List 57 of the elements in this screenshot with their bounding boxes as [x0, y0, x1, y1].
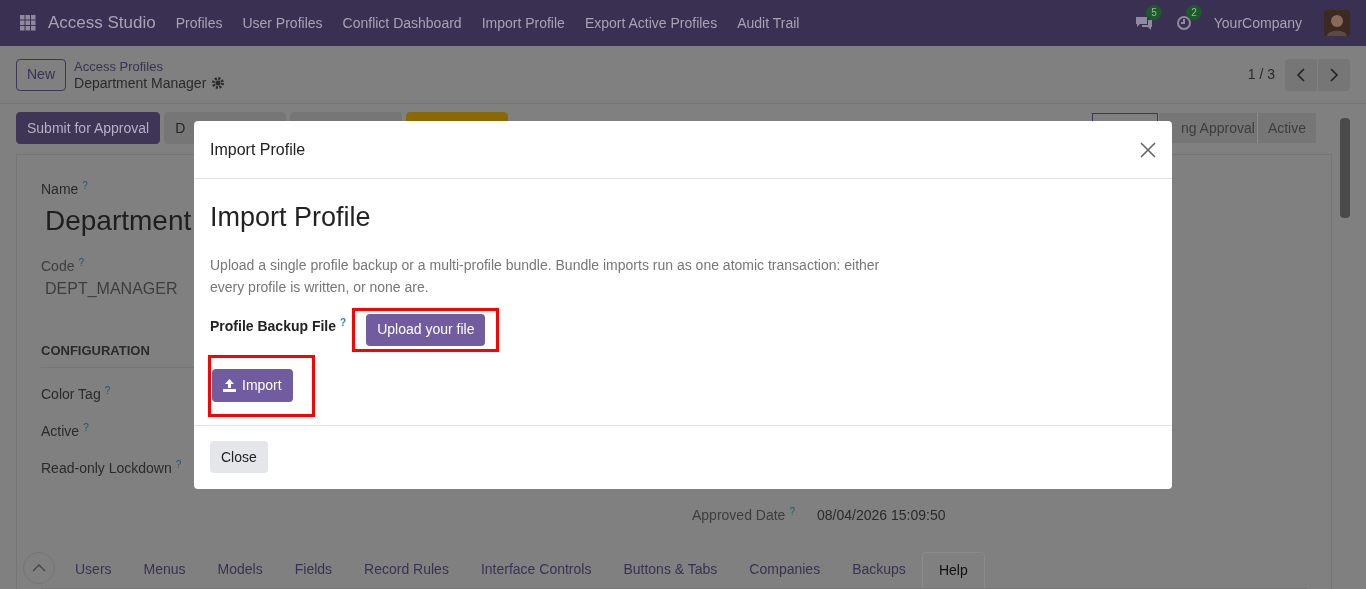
form-tab[interactable]: Models	[201, 551, 279, 588]
help-mark[interactable]: ?	[78, 257, 85, 268]
import-button[interactable]: Import	[212, 369, 293, 402]
status-step[interactable]: Active	[1256, 113, 1316, 143]
gear-icon[interactable]	[212, 76, 225, 89]
field-label: Profile Backup File $^{?}$	[210, 315, 347, 336]
dialog-heading: Import Profile	[210, 201, 372, 234]
form-tab[interactable]: Menus	[127, 551, 202, 588]
record-title: Department Manager	[74, 74, 207, 91]
user-avatar[interactable]	[1324, 10, 1350, 36]
form-tab[interactable]: Interface Controls	[464, 551, 608, 588]
chevron-right-icon	[1329, 67, 1339, 82]
code-value: DEPT_MANAGER	[45, 279, 178, 299]
nav-menu-item[interactable]: Export Active Profiles	[584, 12, 718, 34]
app-name[interactable]: Access Studio	[48, 10, 156, 36]
clock-icon[interactable]	[1175, 15, 1192, 31]
approved-date-value: 08/04/2026 15:09:50	[817, 505, 946, 525]
form-tab[interactable]: Help	[921, 551, 985, 588]
close-button[interactable]: Close	[210, 441, 268, 473]
form-tab[interactable]: Companies	[733, 551, 837, 588]
form-tab[interactable]: Buttons & Tabs	[607, 551, 734, 588]
help-mark[interactable]: ?	[104, 384, 111, 396]
previous-button[interactable]	[1285, 58, 1317, 91]
chat-icon[interactable]	[1133, 15, 1154, 31]
nav-menu-item[interactable]: Profiles	[175, 12, 223, 34]
apps-menu-icon[interactable]	[20, 15, 36, 31]
close-icon[interactable]	[1140, 141, 1156, 158]
nav-menu-item[interactable]: User Profiles	[242, 12, 323, 34]
dialog-title: Import Profile	[210, 139, 306, 160]
help-mark[interactable]: ?	[82, 180, 88, 191]
form-tab[interactable]: Backups	[836, 551, 922, 588]
help-mark[interactable]: ?	[789, 505, 795, 517]
chevron-left-icon	[1296, 67, 1306, 82]
header-button[interactable]: Submit for Approval	[16, 112, 161, 144]
count-badge: 5	[1146, 5, 1162, 20]
form-tab[interactable]: Users	[59, 551, 128, 588]
count-badge: 2	[1186, 5, 1202, 20]
next-button[interactable]	[1318, 58, 1350, 91]
scrollbar[interactable]	[1340, 118, 1350, 218]
pager-value: 1 / 3	[1247, 65, 1275, 84]
form-tab[interactable]: Record Rules	[348, 551, 465, 588]
help-mark[interactable]: ?	[83, 421, 89, 433]
new-button[interactable]: New	[16, 58, 66, 91]
field-label: Approved Date $^{?}$	[692, 504, 796, 525]
nav-menu-item[interactable]: Audit Trail	[737, 12, 800, 34]
dialog-description: Upload a single profile backup or a multi-profile bundle. Bundle imports run as one atomic transaction: either every profile is written, or none are.	[210, 255, 881, 297]
nav-menu-item[interactable]: Conflict Dashboard	[342, 12, 462, 34]
help-mark[interactable]: ?	[175, 458, 182, 470]
upload-icon	[223, 379, 236, 392]
help-mark[interactable]: ?	[340, 316, 347, 328]
form-tab[interactable]: Fields	[278, 551, 349, 588]
upload-button[interactable]: Upload your file	[366, 313, 486, 346]
chevron-up-icon	[32, 564, 46, 572]
company-name[interactable]: YourCompany	[1213, 12, 1302, 34]
breadcrumb-link[interactable]: Access Profiles	[74, 58, 225, 75]
name-value: Department	[45, 204, 192, 238]
nav-menu-item[interactable]: Import Profile	[481, 12, 565, 34]
